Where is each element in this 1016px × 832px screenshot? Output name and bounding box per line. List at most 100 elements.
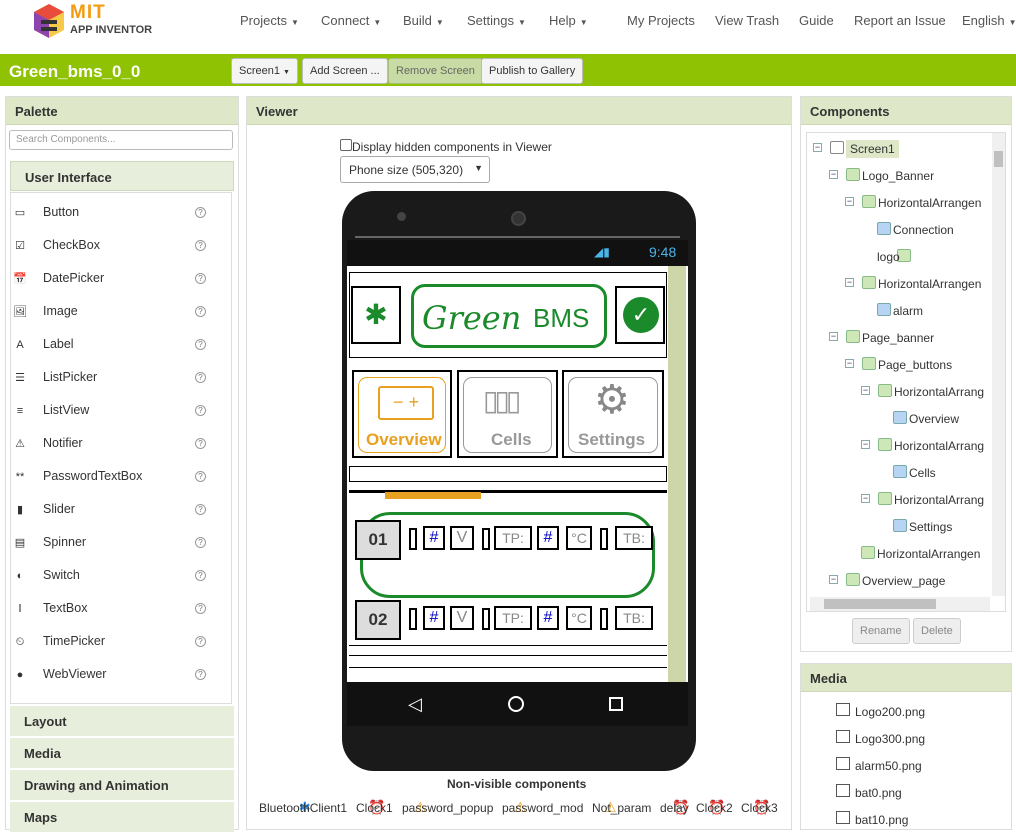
palette-item-textbox[interactable]: Ⅰ TextBox? bbox=[12, 599, 212, 623]
menu-build[interactable]: Build ▼ bbox=[403, 13, 444, 28]
nonvisible-component[interactable]: delay bbox=[660, 801, 689, 815]
collapse-icon[interactable]: − bbox=[861, 440, 870, 449]
palette-item-passwordtextbox[interactable]: ** PasswordTextBox? bbox=[12, 467, 212, 491]
tree-item[interactable]: Cells bbox=[909, 466, 936, 480]
collapse-icon[interactable]: − bbox=[813, 143, 822, 152]
help-icon[interactable]: ? bbox=[195, 537, 206, 548]
palette-item-image[interactable]: 🖼 Image? bbox=[12, 302, 212, 326]
delete-button[interactable]: Delete bbox=[913, 618, 961, 644]
rename-button[interactable]: Rename bbox=[852, 618, 910, 644]
nonvisible-component[interactable]: password_mod bbox=[502, 801, 583, 815]
tab-cells[interactable]: ▯▯▯ Cells bbox=[457, 370, 558, 458]
tree-item[interactable]: Screen1 bbox=[846, 140, 899, 158]
tab-settings[interactable]: ⚙ Settings bbox=[562, 370, 664, 458]
tree-item[interactable]: Settings bbox=[909, 520, 952, 534]
palette-item-label[interactable]: A Label? bbox=[12, 335, 212, 359]
tree-item[interactable]: Page_buttons bbox=[878, 358, 952, 372]
palette-item-notifier[interactable]: ⚠ Notifier? bbox=[12, 434, 212, 458]
menu-settings[interactable]: Settings ▼ bbox=[467, 13, 526, 28]
tree-item[interactable]: Overview bbox=[909, 412, 959, 426]
tree-item[interactable]: HorizontalArrangen bbox=[878, 277, 981, 291]
palette-item-switch[interactable]: ◐ Switch? bbox=[12, 566, 212, 590]
tree-hscrollbar[interactable] bbox=[810, 597, 990, 611]
tree-item[interactable]: HorizontalArrang bbox=[894, 493, 984, 507]
palette-item-webviewer[interactable]: ● WebViewer? bbox=[12, 665, 212, 689]
recents-icon[interactable] bbox=[609, 697, 623, 711]
collapse-icon[interactable]: − bbox=[829, 332, 838, 341]
help-icon[interactable]: ? bbox=[195, 570, 206, 581]
palette-item-spinner[interactable]: ▤ Spinner? bbox=[12, 533, 212, 557]
tree-item[interactable]: Logo_Banner bbox=[862, 169, 934, 183]
nonvisible-component[interactable]: Clock2 bbox=[696, 801, 733, 815]
collapse-icon[interactable]: − bbox=[845, 278, 854, 287]
help-icon[interactable]: ? bbox=[195, 636, 206, 647]
menu-connect[interactable]: Connect ▼ bbox=[321, 13, 381, 28]
search-components-input[interactable]: Search Components... bbox=[9, 130, 233, 150]
app-inventor-logo[interactable]: MIT APP INVENTOR bbox=[30, 2, 160, 40]
nonvisible-component[interactable]: Clock3 bbox=[741, 801, 778, 815]
guide-link[interactable]: Guide bbox=[799, 13, 834, 28]
help-icon[interactable]: ? bbox=[195, 207, 206, 218]
collapse-icon[interactable]: − bbox=[845, 197, 854, 206]
collapse-icon[interactable]: − bbox=[829, 575, 838, 584]
palette-item-button[interactable]: ▭ Button? bbox=[12, 203, 212, 227]
bluetooth-icon[interactable]: ✱ bbox=[351, 286, 401, 344]
nonvisible-component[interactable]: password_popup bbox=[402, 801, 493, 815]
screen-select-button[interactable]: Screen1 ▼ bbox=[231, 58, 298, 84]
report-issue-link[interactable]: Report an Issue bbox=[854, 13, 946, 28]
help-icon[interactable]: ? bbox=[195, 240, 206, 251]
collapse-icon[interactable]: − bbox=[861, 494, 870, 503]
collapse-icon[interactable]: − bbox=[861, 386, 870, 395]
tree-item[interactable]: Connection bbox=[893, 223, 954, 237]
palette-item-datepicker[interactable]: 📅 DatePicker? bbox=[12, 269, 212, 293]
add-screen-button[interactable]: Add Screen ... bbox=[302, 58, 388, 84]
tree-item[interactable]: HorizontalArrangen bbox=[877, 547, 980, 561]
help-icon[interactable]: ? bbox=[195, 306, 206, 317]
help-icon[interactable]: ? bbox=[195, 669, 206, 680]
category-maps[interactable]: Maps bbox=[10, 802, 234, 832]
collapse-icon[interactable]: − bbox=[845, 359, 854, 368]
category-media[interactable]: Media bbox=[10, 738, 234, 768]
nonvisible-component[interactable]: BluetoothClient1 bbox=[259, 801, 347, 815]
category-user-interface[interactable]: User Interface bbox=[10, 161, 234, 191]
palette-item-listview[interactable]: ≡ ListView? bbox=[12, 401, 212, 425]
tree-item[interactable]: logo bbox=[877, 250, 900, 264]
tree-item[interactable]: Overview_page bbox=[862, 574, 945, 588]
tree-item[interactable]: HorizontalArrang bbox=[894, 439, 984, 453]
palette-item-checkbox[interactable]: ☑ CheckBox? bbox=[12, 236, 212, 260]
help-icon[interactable]: ? bbox=[195, 339, 206, 350]
palette-item-timepicker[interactable]: ⏲ TimePicker? bbox=[12, 632, 212, 656]
palette-item-slider[interactable]: ▮ Slider? bbox=[12, 500, 212, 524]
language-menu[interactable]: English ▼ bbox=[962, 13, 1016, 28]
help-icon[interactable]: ? bbox=[195, 504, 206, 515]
my-projects-link[interactable]: My Projects bbox=[627, 13, 695, 28]
menu-projects[interactable]: Projects ▼ bbox=[240, 13, 299, 28]
display-hidden-checkbox[interactable] bbox=[340, 139, 352, 151]
tree-item[interactable]: HorizontalArrang bbox=[894, 385, 984, 399]
tree-item[interactable]: HorizontalArrangen bbox=[878, 196, 981, 210]
palette-item-listpicker[interactable]: ☰ ListPicker? bbox=[12, 368, 212, 392]
tree-item[interactable]: Page_banner bbox=[862, 331, 934, 345]
alarm-check-icon[interactable]: ✓ bbox=[615, 286, 665, 344]
publish-gallery-button[interactable]: Publish to Gallery bbox=[481, 58, 584, 84]
help-icon[interactable]: ? bbox=[195, 372, 206, 383]
phone-size-select[interactable]: Phone size (505,320) ▼ bbox=[340, 156, 490, 183]
view-trash-link[interactable]: View Trash bbox=[715, 13, 779, 28]
home-icon[interactable] bbox=[508, 696, 524, 712]
help-icon[interactable]: ? bbox=[195, 405, 206, 416]
help-icon[interactable]: ? bbox=[195, 438, 206, 449]
collapse-icon[interactable]: − bbox=[829, 170, 838, 179]
category-drawing-animation[interactable]: Drawing and Animation bbox=[10, 770, 234, 800]
nonvisible-component[interactable]: Clock1 bbox=[356, 801, 393, 815]
nonvisible-component[interactable]: Not_param bbox=[592, 801, 651, 815]
help-icon[interactable]: ? bbox=[195, 273, 206, 284]
tree-item[interactable]: alarm bbox=[893, 304, 923, 318]
back-icon[interactable]: ◁ bbox=[408, 694, 422, 715]
tab-overview[interactable]: − + Overview bbox=[352, 370, 452, 458]
tree-vscrollbar[interactable] bbox=[992, 133, 1005, 596]
help-icon[interactable]: ? bbox=[195, 471, 206, 482]
menu-help[interactable]: Help ▼ bbox=[549, 13, 588, 28]
help-icon[interactable]: ? bbox=[195, 603, 206, 614]
category-layout[interactable]: Layout bbox=[10, 706, 234, 736]
remove-screen-button[interactable]: Remove Screen bbox=[388, 58, 483, 84]
